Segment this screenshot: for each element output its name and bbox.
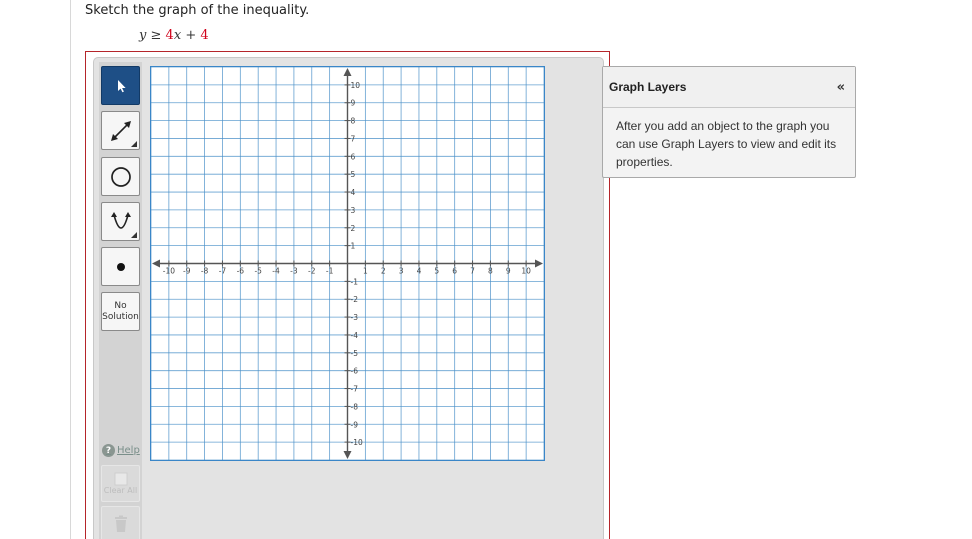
trash-icon [114,515,127,532]
x-tick-label: 8 [488,267,493,276]
y-axis-arrow-up [343,68,352,76]
tool-options-corner-icon [131,232,137,238]
clear-all-icon [114,472,127,486]
no-solution-label-line1: No [114,300,127,311]
inequality-lhs: y [139,28,147,43]
y-tick-label: 8 [351,117,356,126]
parabola-icon [110,211,131,229]
x-tick-label: -8 [201,267,209,276]
inequality-coefficient: 4 [165,28,174,43]
graph-layers-title: Graph Layers [609,80,687,94]
help-label: Help [117,445,140,456]
inequality-constant: 4 [200,28,209,43]
x-tick-label: -6 [237,267,245,276]
delete-button[interactable] [101,506,140,539]
circle-icon [110,166,131,187]
x-tick-label: 2 [381,267,386,276]
y-tick-label: -7 [351,385,359,394]
line-tool-button[interactable] [101,111,140,150]
x-tick-label: -3 [290,267,298,276]
y-tick-label: -5 [351,349,359,358]
x-tick-label: 5 [434,267,439,276]
x-tick-label: -5 [254,267,262,276]
y-tick-label: -10 [351,438,363,447]
y-tick-label: 1 [351,242,356,251]
inequality-plus: + [185,28,197,43]
graph-layers-panel: Graph Layers « After you add an object t… [602,66,856,178]
x-tick-label: 4 [417,267,422,276]
inequality-variable: x [173,28,182,43]
help-icon: ? [102,444,115,457]
y-tick-label: 3 [351,206,356,215]
y-tick-label: -6 [351,367,359,376]
x-tick-label: 7 [470,267,475,276]
x-tick-label: -2 [308,267,316,276]
tool-options-corner-icon [131,141,137,147]
clear-all-button[interactable]: Clear All [101,465,140,502]
x-tick-label: 9 [506,267,511,276]
x-tick-label: -7 [219,267,227,276]
point-icon [116,262,125,271]
y-tick-label: 10 [351,81,361,90]
y-tick-label: -4 [351,331,359,340]
content-left-border [70,0,71,539]
coordinate-grid[interactable]: -10 -9 -8 -7 -6 -5 -4 -3 -2 -1 1 2 3 4 5 6 7 8 9 10 -10 -9 -8 -… [150,66,545,461]
x-axis-arrow-right [535,259,543,268]
y-tick-label: -3 [351,313,359,322]
x-tick-label: -9 [183,267,191,276]
y-tick-label: 6 [351,152,356,161]
y-tick-label: 4 [351,188,356,197]
clear-all-label: Clear All [103,486,138,495]
collapse-panel-icon[interactable]: « [837,80,845,95]
x-tick-label: 3 [399,267,404,276]
x-tick-label: 1 [363,267,368,276]
parabola-tool-button[interactable] [101,202,140,241]
x-tick-label: 6 [452,267,457,276]
no-solution-button[interactable]: No Solution [101,292,140,331]
line-segment-icon [110,120,131,141]
circle-tool-button[interactable] [101,157,140,196]
x-tick-label: 10 [521,267,531,276]
help-link[interactable]: ? Help [102,444,140,457]
y-tick-label: -8 [351,402,359,411]
y-tick-label: 9 [351,99,356,108]
point-tool-button[interactable] [101,247,140,286]
graph-layers-header: Graph Layers « [603,67,855,108]
y-tick-label: -9 [351,420,359,429]
question-instruction: Sketch the graph of the inequality. [85,3,310,18]
x-tick-label: -4 [272,267,280,276]
y-tick-label: 5 [351,170,356,179]
y-tick-label: 2 [351,224,356,233]
y-axis-arrow-down [343,451,352,459]
arrow-pointer-icon [117,79,126,92]
no-solution-label-line2: Solution [102,311,139,322]
x-axis-arrow-left [152,259,160,268]
page: Sketch the graph of the inequality. y ≥ … [0,0,972,539]
y-tick-label: -2 [351,295,359,304]
y-tick-label: 7 [351,134,356,143]
inequality-expression: y ≥ 4x + 4 [139,28,209,43]
select-tool-button[interactable] [101,66,140,105]
graph-layers-description: After you add an object to the graph you… [616,119,837,169]
inequality-operator: ≥ [150,28,162,43]
coordinate-grid-svg: -10 -9 -8 -7 -6 -5 -4 -3 -2 -1 1 2 3 4 5 6 7 8 9 10 -10 -9 -8 -… [151,67,544,460]
x-tick-label: -1 [326,267,334,276]
y-tick-label: -1 [351,277,359,286]
x-tick-label: -10 [163,267,175,276]
